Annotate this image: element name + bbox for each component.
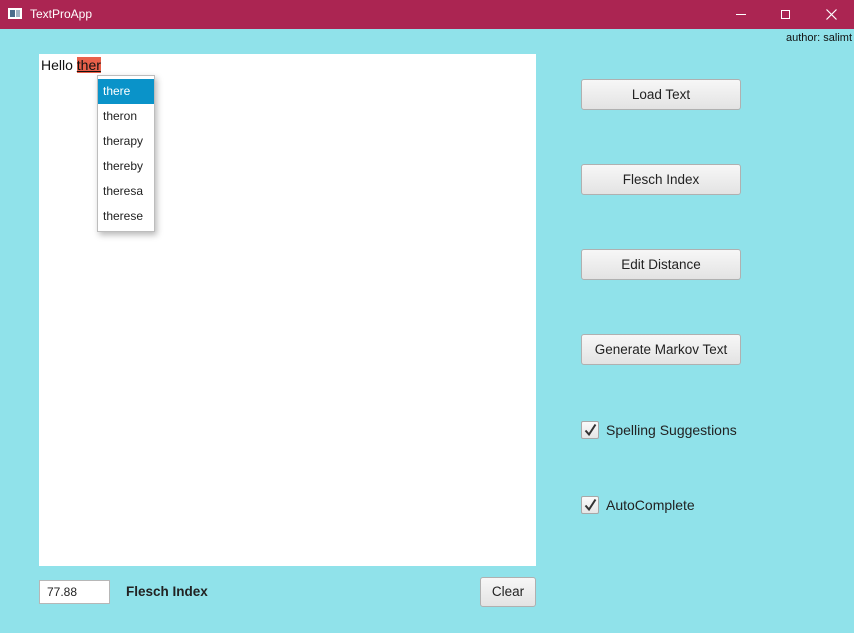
suggestion-item[interactable]: thereby bbox=[98, 154, 154, 179]
close-button[interactable] bbox=[808, 0, 854, 29]
clear-button[interactable]: Clear bbox=[480, 577, 536, 607]
load-text-button[interactable]: Load Text bbox=[581, 79, 741, 110]
maximize-button[interactable] bbox=[762, 0, 808, 29]
suggestion-item[interactable]: therapy bbox=[98, 129, 154, 154]
close-icon bbox=[825, 9, 837, 20]
checkmark-icon bbox=[584, 423, 597, 437]
editor-content[interactable]: Hello ther bbox=[41, 57, 101, 73]
checkmark-icon bbox=[584, 498, 597, 512]
spelling-suggestions-option[interactable]: Spelling Suggestions bbox=[581, 420, 737, 440]
maximize-icon bbox=[780, 10, 790, 19]
autocomplete-checkbox[interactable] bbox=[581, 496, 599, 514]
suggestion-item[interactable]: therese bbox=[98, 204, 154, 229]
generate-markov-text-button[interactable]: Generate Markov Text bbox=[581, 334, 741, 365]
suggestion-item[interactable]: theresa bbox=[98, 179, 154, 204]
suggestion-item[interactable]: there bbox=[98, 79, 154, 104]
flesch-index-field[interactable]: 77.88 bbox=[39, 580, 110, 604]
autocomplete-option[interactable]: AutoComplete bbox=[581, 495, 695, 515]
flesch-index-label: Flesch Index bbox=[126, 584, 208, 599]
edit-distance-button[interactable]: Edit Distance bbox=[581, 249, 741, 280]
minimize-icon bbox=[736, 14, 746, 15]
spelling-suggestions-checkbox[interactable] bbox=[581, 421, 599, 439]
spelling-suggestions-popup: there theron therapy thereby theresa therese bbox=[97, 75, 155, 232]
author-label: author: salimt bbox=[785, 32, 852, 44]
flesch-index-button[interactable]: Flesch Index bbox=[581, 164, 741, 195]
app-window-icon bbox=[8, 8, 22, 19]
suggestion-item[interactable]: theron bbox=[98, 104, 154, 129]
editor-text-before: Hello bbox=[41, 57, 77, 73]
title-bar: TextProApp bbox=[0, 0, 854, 29]
minimize-button[interactable] bbox=[718, 0, 764, 29]
autocomplete-label: AutoComplete bbox=[606, 497, 695, 513]
window-title: TextProApp bbox=[30, 7, 93, 21]
misspelled-word[interactable]: ther bbox=[76, 57, 101, 73]
spelling-suggestions-label: Spelling Suggestions bbox=[606, 422, 737, 438]
